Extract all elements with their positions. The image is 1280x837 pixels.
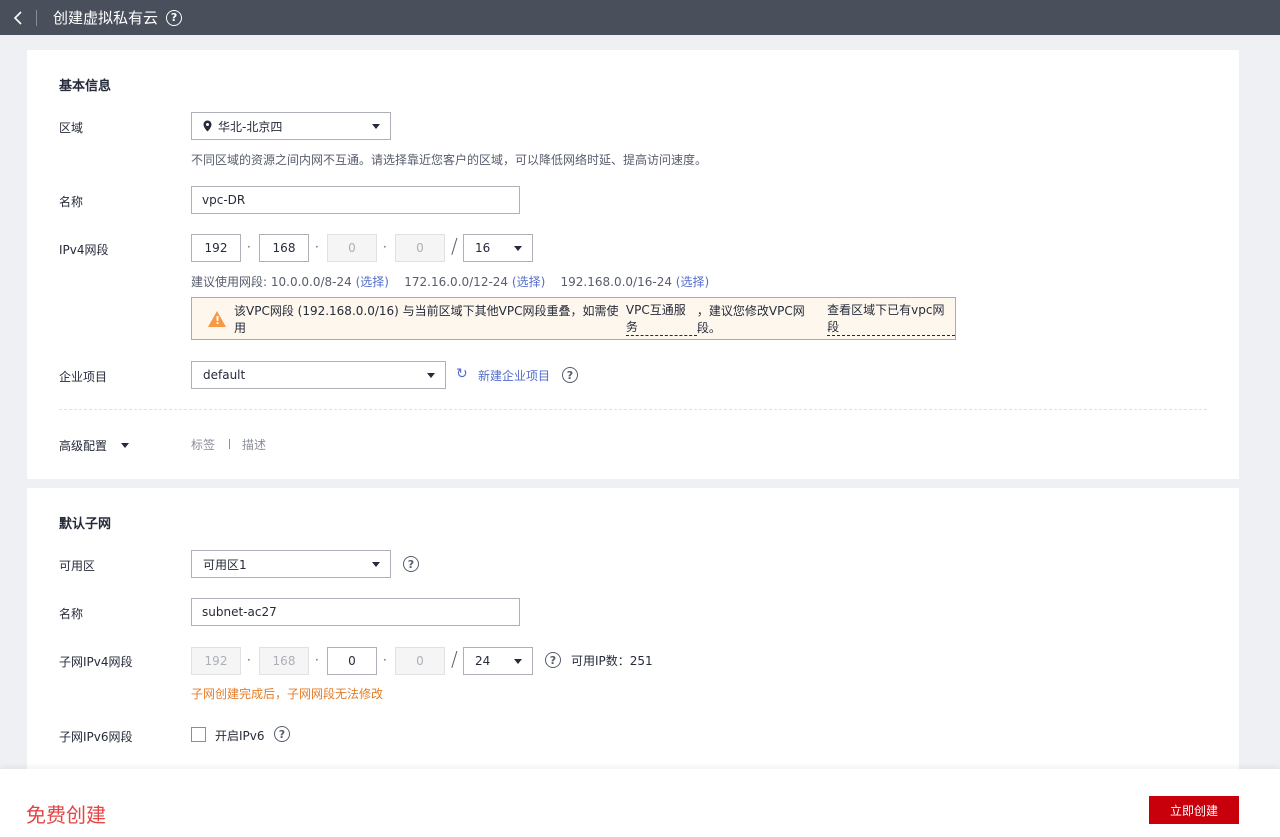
subnet-title: 默认子网 [59,517,112,532]
ipv4-octet-2[interactable] [259,234,309,262]
new-enterprise-link[interactable]: 新建企业项目 [478,367,550,384]
enterprise-label: 企业项目 [59,370,108,384]
top-bar: 创建虚拟私有云 ? [0,0,1280,35]
footer-bar: 免费创建 立即创建 [0,769,1280,837]
ipv4-octet-4 [395,234,445,262]
page-title: 创建虚拟私有云 [53,9,159,27]
advanced-desc: 描述 [242,438,267,452]
octet-separator: · [247,240,251,254]
basic-info-title: 基本信息 [59,79,112,94]
region-label: 区域 [59,121,84,135]
mask-slash: / [451,647,458,671]
subnet-mask-value: 24 [475,654,491,668]
select-cidr-2-link[interactable]: (选择) [512,275,545,289]
suggested-cidr-hint: 建议使用网段: 10.0.0.0/8-24 (选择) 172.16.0.0/12… [191,273,709,290]
vpc-name-input[interactable] [191,186,520,214]
back-button[interactable] [0,0,36,35]
vpc-peering-link[interactable]: VPC互通服务 [625,301,697,336]
chevron-left-icon [13,10,22,25]
available-ip-count: 可用IP数：251 [571,652,653,669]
az-value: 可用区1 [203,557,247,572]
chevron-down-icon [514,246,522,251]
help-icon[interactable]: ? [403,556,419,572]
octet-separator: · [315,240,319,254]
enable-ipv6-label[interactable]: 开启IPv6 [215,727,265,744]
subnet-octet-1 [191,647,241,675]
chevron-down-icon [372,124,380,129]
help-icon[interactable]: ? [562,367,578,383]
available-ip-value: 251 [629,654,653,668]
ipv4-octet-1[interactable] [191,234,241,262]
ipv4-mask-select[interactable]: 16 [463,234,533,262]
az-select[interactable]: 可用区1 [191,550,391,578]
chevron-down-icon [372,562,380,567]
chevron-down-icon [427,373,435,378]
subnet-ipv4-label: 子网IPv4网段 [59,655,133,669]
default-subnet-card: 默认子网 可用区 可用区1 ? 名称 子网IPv4网段 · · · / 24 ?… [27,488,1239,778]
help-icon[interactable]: ? [545,652,561,668]
separator [229,439,230,449]
az-label: 可用区 [59,559,96,573]
warning-text-2: ，建议您修改VPC网段。 [696,303,805,335]
create-now-button[interactable]: 立即创建 [1149,796,1239,824]
ipv4-octet-3 [327,234,377,262]
subnet-immutable-hint: 子网创建完成后，子网网段无法修改 [191,687,384,701]
basic-info-card: 基本信息 区域 华北-北京四 不同区域的资源之间内网不互通。请选择靠近您客户的区… [27,50,1239,479]
warning-icon: ! [208,310,226,327]
refresh-icon[interactable]: ↻ [456,366,468,382]
ipv4-mask-value: 16 [475,241,491,255]
subnet-name-label: 名称 [59,607,84,621]
help-icon[interactable]: ? [274,726,290,742]
subnet-octet-3[interactable] [327,647,377,675]
subnet-ipv6-label: 子网IPv6网段 [59,730,133,744]
section-divider [59,409,1207,410]
mask-slash: / [451,234,458,258]
warning-text-1: 该VPC网段 (192.168.0.0/16) 与当前区域下其他VPC网段重叠，… [234,303,619,335]
enable-ipv6-checkbox[interactable] [191,727,206,742]
help-icon[interactable]: ? [166,9,183,26]
region-select[interactable]: 华北-北京四 [191,112,391,140]
suggest-cidr-1: 10.0.0.0/8-24 [270,275,352,289]
ipv4-label: IPv4网段 [59,243,109,257]
subnet-mask-select[interactable]: 24 [463,647,533,675]
subnet-name-input[interactable] [191,598,520,626]
suggest-cidr-2: 172.16.0.0/12-24 [404,275,509,289]
octet-separator: · [315,653,319,667]
region-hint: 不同区域的资源之间内网不互通。请选择靠近您客户的区域，可以降低网络时延、提高访问… [191,153,708,167]
octet-separator: · [383,240,387,254]
select-cidr-1-link[interactable]: (选择) [356,275,389,289]
advanced-label[interactable]: 高级配置 [59,437,107,454]
octet-separator: · [383,653,387,667]
header-divider [36,9,37,26]
enterprise-value: default [203,368,246,382]
region-value: 华北-北京四 [218,119,283,134]
name-label: 名称 [59,195,84,209]
location-pin-icon [203,120,212,132]
view-existing-vpc-link[interactable]: 查看区域下已有vpc网段 [827,301,955,336]
select-cidr-3-link[interactable]: (选择) [676,275,709,289]
advanced-tag: 标签 [191,438,216,452]
free-label: 免费创建 [26,803,106,827]
subnet-octet-2 [259,647,309,675]
available-ip-label: 可用IP数： [571,654,630,668]
subnet-octet-4 [395,647,445,675]
suggest-prefix: 建议使用网段: [191,275,268,289]
overlap-warning: ! 该VPC网段 (192.168.0.0/16) 与当前区域下其他VPC网段重… [191,297,956,340]
enterprise-select[interactable]: default [191,361,446,389]
suggest-cidr-3: 192.168.0.0/16-24 [560,275,672,289]
octet-separator: · [247,653,251,667]
chevron-down-icon [514,659,522,664]
chevron-down-icon[interactable] [121,443,129,448]
